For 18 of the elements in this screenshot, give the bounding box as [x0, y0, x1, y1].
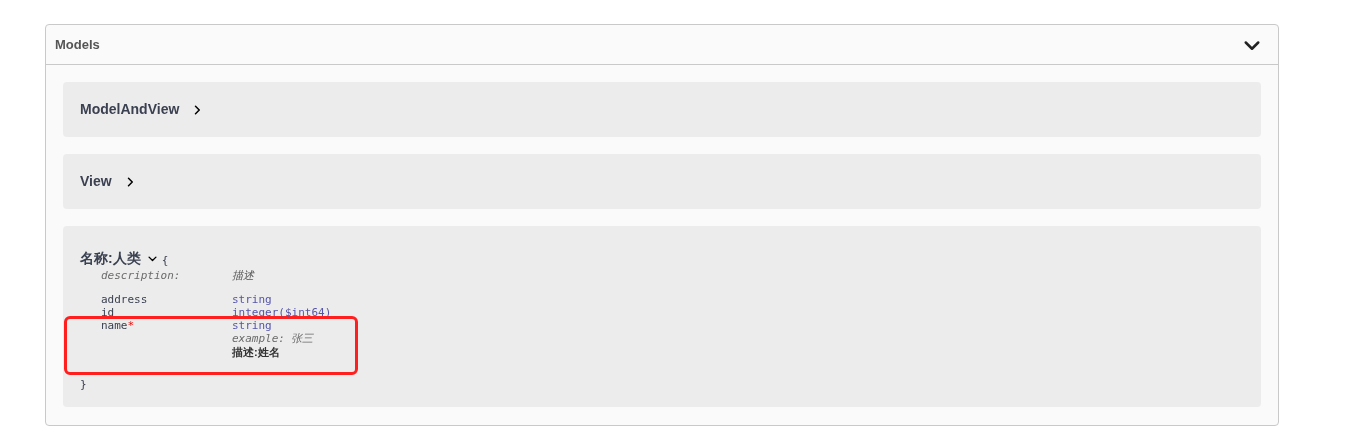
description-label: description:: [101, 269, 182, 282]
required-mark: *: [127, 319, 135, 334]
property-type: string: [232, 319, 273, 332]
model-toggle[interactable]: ModelAndView: [80, 99, 204, 120]
brace: }: [80, 378, 88, 391]
example-label: example:: [232, 332, 285, 345]
property-name: id: [101, 306, 115, 319]
property-note: 描述:姓名: [232, 345, 281, 360]
property-name: name: [101, 319, 128, 334]
property-type: integer($int64): [232, 306, 332, 319]
model-toggle[interactable]: View: [80, 171, 136, 192]
model-toggle[interactable]: 名称:人类: [80, 248, 158, 269]
example-value: 张三: [291, 332, 313, 345]
brace: {: [161, 253, 169, 267]
property-name: address: [101, 293, 148, 306]
description-text: 描述: [232, 269, 254, 282]
property-type: string: [232, 293, 272, 306]
models-header[interactable]: Models: [46, 25, 1278, 65]
